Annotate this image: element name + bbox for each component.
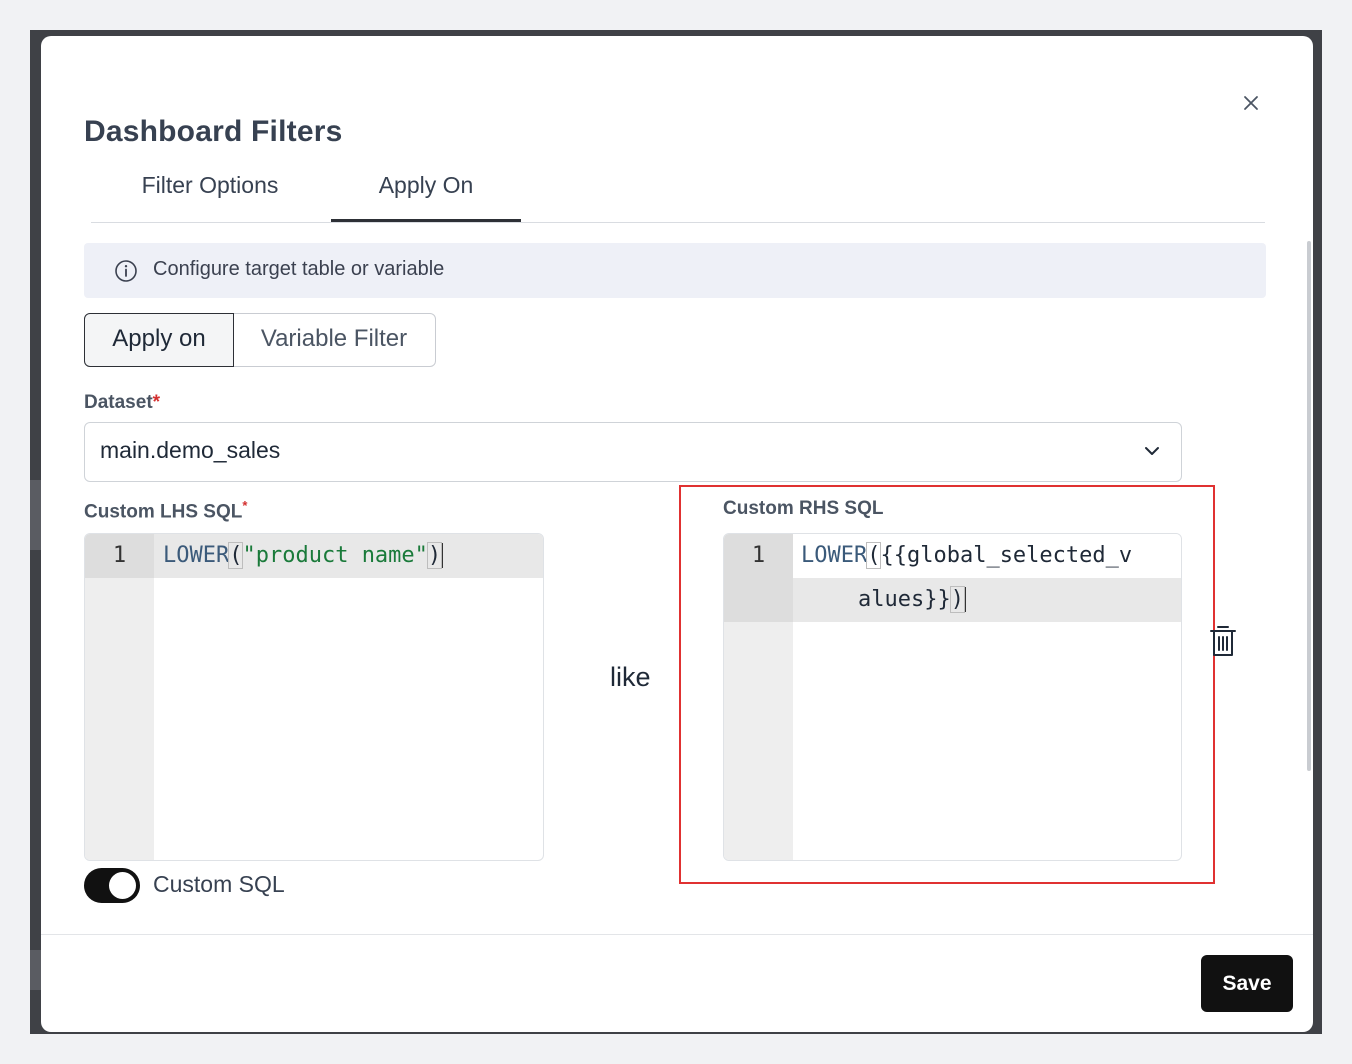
- scrollbar[interactable]: [1307, 241, 1311, 771]
- rhs-code-line-2: alues}}): [858, 578, 966, 622]
- tab-filter-options[interactable]: Filter Options: [91, 166, 329, 222]
- bracket: ): [426, 542, 443, 569]
- custom-lhs-sql-label-text: Custom LHS SQL: [84, 501, 243, 523]
- info-text: Configure target table or variable: [153, 258, 445, 280]
- required-mark: *: [152, 392, 161, 413]
- tab-apply-on[interactable]: Apply On: [331, 166, 521, 222]
- toggle-knob: [109, 872, 136, 899]
- lhs-sql-editor[interactable]: 1 LOWER("product name"): [84, 533, 544, 861]
- line-number: 1: [85, 534, 154, 578]
- footer-divider: [41, 934, 1313, 935]
- sql-function: LOWER: [163, 543, 230, 568]
- dashboard-filters-modal: Dashboard Filters Filter Options Apply O…: [41, 36, 1313, 1032]
- custom-lhs-sql-label: Custom LHS SQL*: [84, 498, 247, 523]
- rhs-code-line-1: LOWER({{global_selected_v: [801, 534, 1132, 578]
- dataset-label-text: Dataset: [84, 392, 153, 413]
- chevron-down-icon: [1141, 440, 1163, 462]
- info-banner: Configure target table or variable: [84, 243, 1266, 298]
- close-icon[interactable]: [1237, 89, 1265, 117]
- text-cursor: [963, 587, 966, 612]
- bracket: ): [949, 586, 965, 613]
- lhs-code-line: LOWER("product name"): [163, 534, 444, 578]
- trash-icon[interactable]: [1207, 623, 1239, 659]
- apply-on-option[interactable]: Apply on: [84, 313, 234, 367]
- bracket: (: [228, 542, 244, 569]
- operator-label: like: [610, 662, 651, 692]
- save-button[interactable]: Save: [1201, 955, 1293, 1012]
- sql-variable: alues}}: [858, 587, 951, 612]
- dataset-select[interactable]: main.demo_sales: [84, 422, 1182, 482]
- custom-rhs-sql-label: Custom RHS SQL: [723, 498, 884, 519]
- info-icon: [114, 259, 138, 283]
- required-mark: *: [242, 498, 248, 513]
- rhs-sql-editor[interactable]: 1 LOWER({{global_selected_v alues}}): [723, 533, 1182, 861]
- sql-variable: {{global_selected_v: [880, 543, 1133, 568]
- variable-filter-option[interactable]: Variable Filter: [233, 314, 435, 366]
- bracket: (: [866, 542, 882, 569]
- dataset-label: Dataset*: [84, 392, 160, 414]
- sql-function: LOWER: [801, 543, 868, 568]
- modal-title: Dashboard Filters: [84, 115, 343, 148]
- apply-mode-segmented-control: Apply on Variable Filter: [84, 313, 436, 367]
- line-number: 1: [724, 534, 793, 622]
- custom-sql-toggle[interactable]: [84, 868, 140, 903]
- text-cursor: [441, 543, 444, 568]
- tab-bar: Filter Options Apply On: [91, 166, 1265, 223]
- sql-string: "product name": [242, 543, 428, 568]
- custom-sql-toggle-label: Custom SQL: [153, 871, 285, 897]
- editor-gutter: [85, 534, 154, 860]
- dataset-select-value: main.demo_sales: [100, 437, 281, 463]
